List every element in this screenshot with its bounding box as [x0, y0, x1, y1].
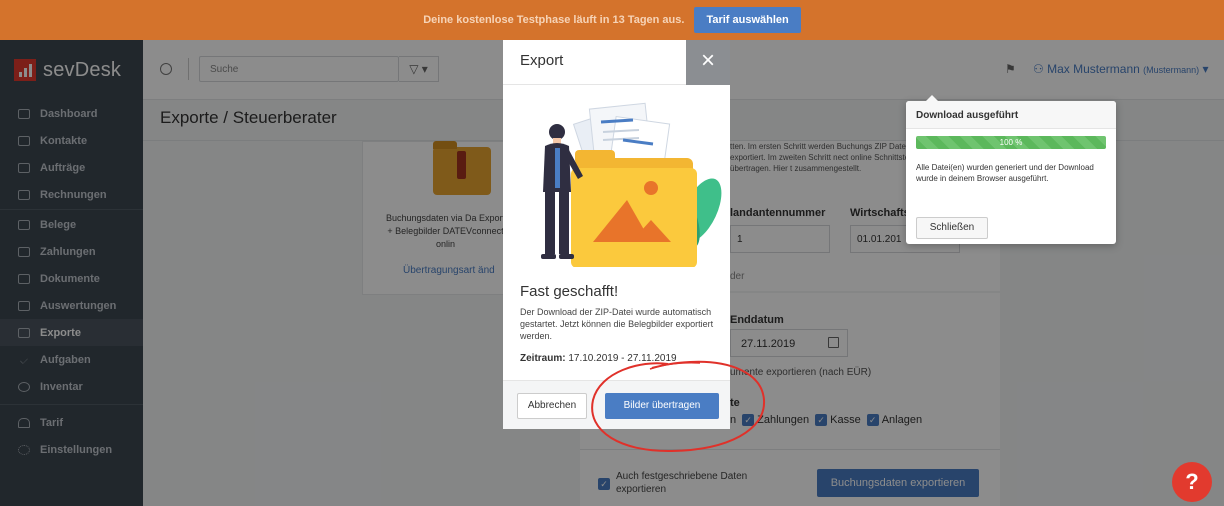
- date-range-value: 17.10.2019 - 27.11.2019: [568, 353, 677, 364]
- export-success-illustration: [541, 102, 722, 267]
- modal-title: Export: [520, 52, 564, 69]
- popover-title: Download ausgeführt: [906, 101, 1116, 129]
- trial-banner-text: Deine kostenlose Testphase läuft in 13 T…: [423, 14, 685, 26]
- cancel-button[interactable]: Abbrechen: [517, 393, 587, 419]
- download-progress-fill: 100 %: [916, 136, 1106, 149]
- download-progress-bar: 100 %: [916, 136, 1106, 149]
- trial-banner: Deine kostenlose Testphase läuft in 13 T…: [0, 0, 1224, 40]
- modal-message: Der Download der ZIP-Datei wurde automat…: [520, 307, 714, 341]
- transfer-images-button[interactable]: Bilder übertragen: [605, 393, 719, 419]
- modal-footer: Abbrechen Bilder übertragen: [503, 380, 730, 429]
- close-icon[interactable]: ×: [686, 40, 730, 85]
- modal-heading: Fast geschafft!: [520, 283, 619, 300]
- modal-header: Export ×: [503, 40, 730, 85]
- download-popover: Download ausgeführt 100 % Alle Datei(en)…: [906, 95, 1116, 244]
- popover-message: Alle Datei(en) wurden generiert und der …: [916, 163, 1094, 183]
- folder-icon: [571, 150, 697, 267]
- select-plan-button[interactable]: Tarif auswählen: [694, 7, 801, 33]
- date-range-label: Zeitraum:: [520, 353, 566, 364]
- export-date-range: Zeitraum: 17.10.2019 - 27.11.2019: [520, 353, 677, 364]
- help-button[interactable]: ?: [1172, 462, 1212, 502]
- popover-close-button[interactable]: Schließen: [916, 217, 988, 239]
- export-modal: Export × Fast geschafft! Der Download de…: [503, 40, 730, 429]
